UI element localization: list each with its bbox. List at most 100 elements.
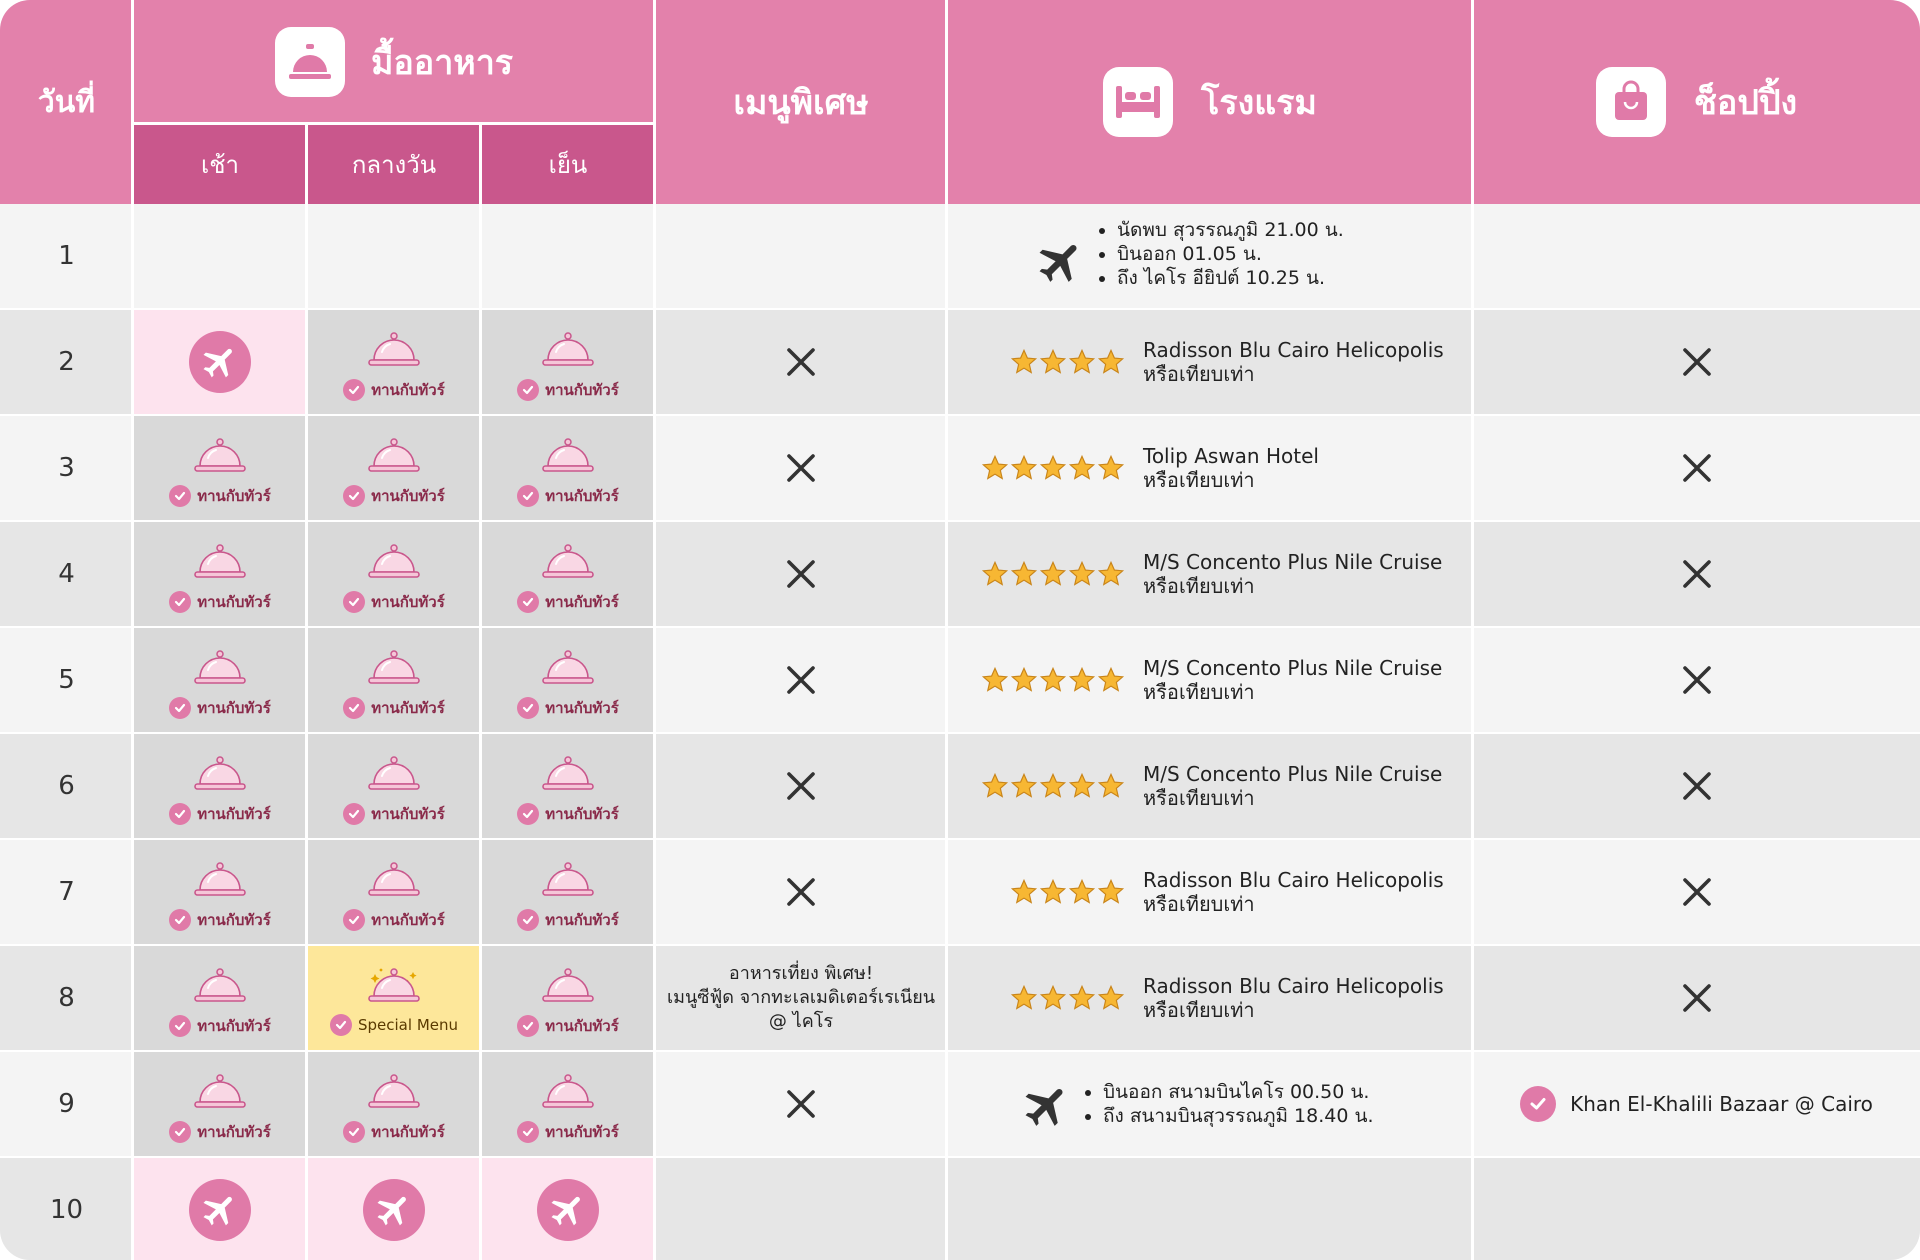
cloche-icon (366, 754, 422, 798)
cloche-icon (192, 436, 248, 480)
meal-label-row: ทานกับทัวร์ (133, 484, 307, 508)
shopping-cell (1473, 840, 1920, 944)
flight-detail-line: ถึง สนามบินสุวรรณภูมิ 18.40 น. (1103, 1104, 1374, 1128)
meal-cell: ทานกับทัวร์ (307, 310, 481, 414)
meal-label: ทานกับทัวร์ (545, 593, 619, 611)
header-lunch: กลางวัน (351, 150, 437, 179)
airplane-icon (363, 1179, 425, 1241)
meal-item: ทานกับทัวร์ (481, 628, 655, 732)
day-number: 5 (58, 665, 75, 695)
check-icon (169, 1015, 192, 1037)
shopping-cell (1473, 204, 1920, 308)
meal-label: ทานกับทัวร์ (197, 1017, 271, 1035)
cross-icon (1682, 771, 1712, 801)
hotel-equivalent: หรือเทียบเท่า (1143, 998, 1255, 1022)
star-icon (1068, 348, 1096, 376)
hotel-cell: Radisson Blu Cairo Helicopolis หรือเทียบเ… (947, 840, 1473, 944)
cloche-icon (192, 860, 248, 904)
meal-item: ทานกับทัวร์ (133, 416, 307, 520)
meal-label: ทานกับทัวร์ (545, 805, 619, 823)
cross-icon (786, 877, 816, 907)
meal-cell (481, 204, 655, 308)
flight-detail-line: บินออก สนามบินไคโร 00.50 น. (1103, 1080, 1374, 1104)
check-icon (343, 1121, 366, 1143)
column-divider (479, 124, 482, 1260)
star-icon (1097, 348, 1125, 376)
shopping-cell (1473, 310, 1920, 414)
cloche-icon (192, 754, 248, 798)
check-icon (343, 485, 366, 507)
star-icon (1097, 772, 1125, 800)
meal-label: ทานกับทัวร์ (545, 487, 619, 505)
special-menu-cell (655, 628, 947, 732)
star-icon (1039, 878, 1067, 906)
meal-label-row: ทานกับทัวร์ (307, 590, 481, 614)
cloche-icon (540, 436, 596, 480)
star-icon (1039, 984, 1067, 1012)
cross-icon (1682, 453, 1712, 483)
meal-cell: ทานกับทัวร์ (307, 522, 481, 626)
shopping-bag-icon (1595, 67, 1666, 137)
meal-label: ทานกับทัวร์ (371, 593, 445, 611)
cloche-icon (540, 542, 596, 586)
hotel-cell: M/S Concento Plus Nile Cruise หรือเทียบเท… (947, 628, 1473, 732)
star-icon (1068, 454, 1096, 482)
meal-cell: ทานกับทัวร์ (481, 840, 655, 944)
cross-icon (1682, 347, 1712, 377)
meal-label: ทานกับทัวร์ (197, 487, 271, 505)
hotel-text: Tolip Aswan Hotel หรือเทียบเท่า (1143, 416, 1319, 520)
cross-icon (786, 771, 816, 801)
cloche-icon (540, 648, 596, 692)
hotel-name: M/S Concento Plus Nile Cruise (1143, 550, 1443, 574)
meal-cell: ทานกับทัวร์ (307, 1052, 481, 1156)
column-divider (131, 0, 134, 1260)
special-menu-cell (655, 1052, 947, 1156)
hotel-info: Radisson Blu Cairo Helicopolis หรือเทียบเ… (947, 946, 1473, 1050)
cloche-icon (366, 860, 422, 904)
meal-cell: ทานกับทัวร์ (481, 522, 655, 626)
check-icon (517, 803, 540, 825)
hotel-text: Radisson Blu Cairo Helicopolis หรือเทียบเ… (1143, 840, 1444, 944)
day-number: 6 (58, 771, 75, 801)
cross-icon (786, 1089, 816, 1119)
meal-cell: ทานกับทัวร์ (481, 946, 655, 1050)
meal-item: ทานกับทัวร์ (481, 310, 655, 414)
meal-label-row: Special Menu (307, 1014, 481, 1036)
check-icon (343, 909, 366, 931)
hotel-name: M/S Concento Plus Nile Cruise (1143, 762, 1443, 786)
meal-label: ทานกับทัวร์ (371, 699, 445, 717)
hotel-cell: Radisson Blu Cairo Helicopolis หรือเทียบเ… (947, 310, 1473, 414)
cross-icon (1682, 983, 1712, 1013)
meal-label: ทานกับทัวร์ (197, 805, 271, 823)
meal-cell: ทานกับทัวร์ (133, 946, 307, 1050)
hotel-equivalent: หรือเทียบเท่า (1143, 892, 1255, 916)
star-icon (1068, 772, 1096, 800)
hotel-cell (947, 1158, 1473, 1260)
check-icon (330, 1014, 352, 1036)
meal-label: ทานกับทัวร์ (197, 911, 271, 929)
day-number: 10 (49, 1195, 84, 1225)
special-menu-text: อาหารเที่ยง พิเศษ! เมนูซีฟู้ด จากทะเลเมด… (666, 963, 936, 1032)
meal-label: ทานกับทัวร์ (545, 699, 619, 717)
meal-item: ทานกับทัวร์ (481, 416, 655, 520)
star-icon (1068, 984, 1096, 1012)
meal-label-row: ทานกับทัวร์ (481, 1120, 655, 1144)
meal-label-row: ทานกับทัวร์ (133, 908, 307, 932)
star-icon (1039, 560, 1067, 588)
star-icon (1010, 348, 1038, 376)
cross-icon (1682, 559, 1712, 589)
meal-label: ทานกับทัวร์ (197, 1123, 271, 1141)
cloche-icon (366, 648, 422, 692)
check-icon (169, 485, 192, 507)
shopping-cell (1473, 1158, 1920, 1260)
meal-cell: ทานกับทัวร์ (481, 1052, 655, 1156)
header-shopping: ช็อปปิ้ง (1473, 0, 1920, 204)
star-icon (1068, 560, 1096, 588)
meal-label: ทานกับทัวร์ (371, 1123, 445, 1141)
check-icon (343, 803, 366, 825)
meal-item: ทานกับทัวร์ (133, 1052, 307, 1156)
star-icon (1039, 772, 1067, 800)
check-icon (517, 909, 540, 931)
meal-item: ทานกับทัวร์ (481, 734, 655, 838)
hotel-name: Radisson Blu Cairo Helicopolis (1143, 974, 1444, 998)
